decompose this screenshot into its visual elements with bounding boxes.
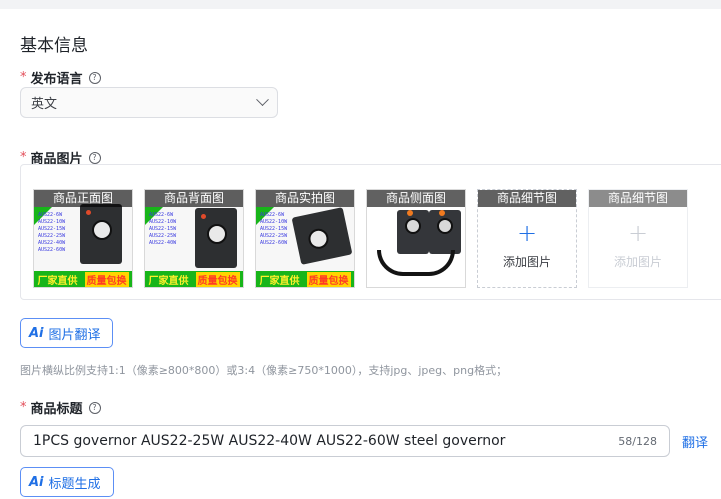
ai-icon: Ai bbox=[29, 474, 44, 490]
plus-icon: + bbox=[627, 219, 649, 247]
question-circle-icon[interactable]: ? bbox=[88, 151, 101, 164]
question-circle-icon[interactable]: ? bbox=[88, 71, 101, 84]
plus-icon: + bbox=[516, 219, 538, 247]
promo-right-text: 质量包换 bbox=[306, 271, 351, 287]
image-slot-caption: 商品实拍图 bbox=[256, 190, 354, 207]
ai-icon: Ai bbox=[29, 325, 44, 341]
image-slot-detail-add-disabled: 商品细节图 + 添加图片 bbox=[588, 189, 688, 288]
title-generate-label: 标题生成 bbox=[48, 476, 101, 492]
promo-left-text: 厂家直供 bbox=[37, 275, 78, 287]
promo-banner: 厂家直供 质量包换 bbox=[34, 271, 132, 287]
image-translate-button[interactable]: Ai 图片翻译 bbox=[20, 318, 113, 348]
image-slot-side[interactable]: 商品侧面图 bbox=[366, 189, 466, 288]
language-label: 发布语言 bbox=[30, 72, 83, 87]
required-mark: * bbox=[20, 150, 27, 165]
language-select[interactable]: 英文 bbox=[20, 87, 278, 118]
promo-left-text: 厂家直供 bbox=[259, 275, 300, 287]
image-translate-label: 图片翻译 bbox=[48, 327, 101, 343]
title-translate-link[interactable]: 翻译 bbox=[682, 432, 708, 451]
governor-device-image bbox=[291, 207, 353, 265]
title-label: 商品标题 bbox=[30, 402, 83, 417]
image-slot-front[interactable]: 商品正面图 AUS22-6W AUS22-10W AUS22-15W AUS22-25… bbox=[33, 189, 133, 288]
required-mark: * bbox=[20, 400, 27, 415]
product-spec-lines: AUS22-6W AUS22-10W AUS22-15W AUS22-25W AUS22… bbox=[149, 212, 177, 246]
language-select-value: 英文 bbox=[31, 97, 58, 112]
power-cable-image bbox=[377, 250, 455, 276]
image-slot-detail-add[interactable]: 商品细节图 + 添加图片 bbox=[477, 189, 577, 288]
image-slot-caption: 商品侧面图 bbox=[367, 190, 465, 207]
chevron-down-icon bbox=[256, 93, 269, 107]
governor-device-image bbox=[80, 204, 122, 264]
image-slot-caption: 商品正面图 bbox=[34, 190, 132, 207]
title-label-row: * 商品标题 ? bbox=[20, 398, 101, 417]
governor-device-image bbox=[429, 210, 461, 254]
char-counter: 58/128 bbox=[618, 434, 657, 448]
required-mark: * bbox=[20, 70, 27, 85]
product-title-value: 1PCS governor AUS22-25W AUS22-40W AUS22-… bbox=[33, 433, 506, 449]
question-circle-icon[interactable]: ? bbox=[88, 401, 101, 414]
image-slot-real[interactable]: 商品实拍图 AUS22-6W AUS22-10W AUS22-15W AUS22-25… bbox=[255, 189, 355, 288]
product-spec-lines: AUS22-6W AUS22-10W AUS22-15W AUS22-25W AUS22… bbox=[38, 212, 66, 253]
governor-device-image bbox=[195, 208, 237, 268]
promo-left-text: 厂家直供 bbox=[148, 275, 189, 287]
product-title-input[interactable]: 1PCS governor AUS22-25W AUS22-40W AUS22-… bbox=[20, 425, 670, 457]
image-slot-caption: 商品背面图 bbox=[145, 190, 243, 207]
product-spec-lines: AUS22-6W AUS22-10W AUS22-15W AUS22-25W AUS22… bbox=[260, 212, 288, 246]
promo-right-text: 质量包换 bbox=[84, 271, 129, 287]
promo-banner: 厂家直供 质量包换 bbox=[256, 271, 354, 287]
promo-right-text: 质量包换 bbox=[195, 271, 240, 287]
language-label-row: * 发布语言 ? bbox=[20, 68, 101, 87]
image-slot-back[interactable]: 商品背面图 AUS22-6W AUS22-10W AUS22-15W AUS22-25… bbox=[144, 189, 244, 288]
title-generate-button[interactable]: Ai 标题生成 bbox=[20, 467, 114, 497]
governor-device-image bbox=[397, 210, 429, 254]
add-image-label: 添加图片 bbox=[613, 255, 662, 269]
image-slot-caption: 商品细节图 bbox=[589, 190, 687, 207]
promo-banner: 厂家直供 质量包换 bbox=[145, 271, 243, 287]
add-image-label: 添加图片 bbox=[502, 255, 551, 269]
image-format-hint: 图片横纵比例支持1:1（像素≥800*800）或3:4（像素≥750*1000）… bbox=[20, 364, 508, 377]
section-title: 基本信息 bbox=[20, 36, 88, 56]
image-slot-caption: 商品细节图 bbox=[478, 190, 576, 207]
